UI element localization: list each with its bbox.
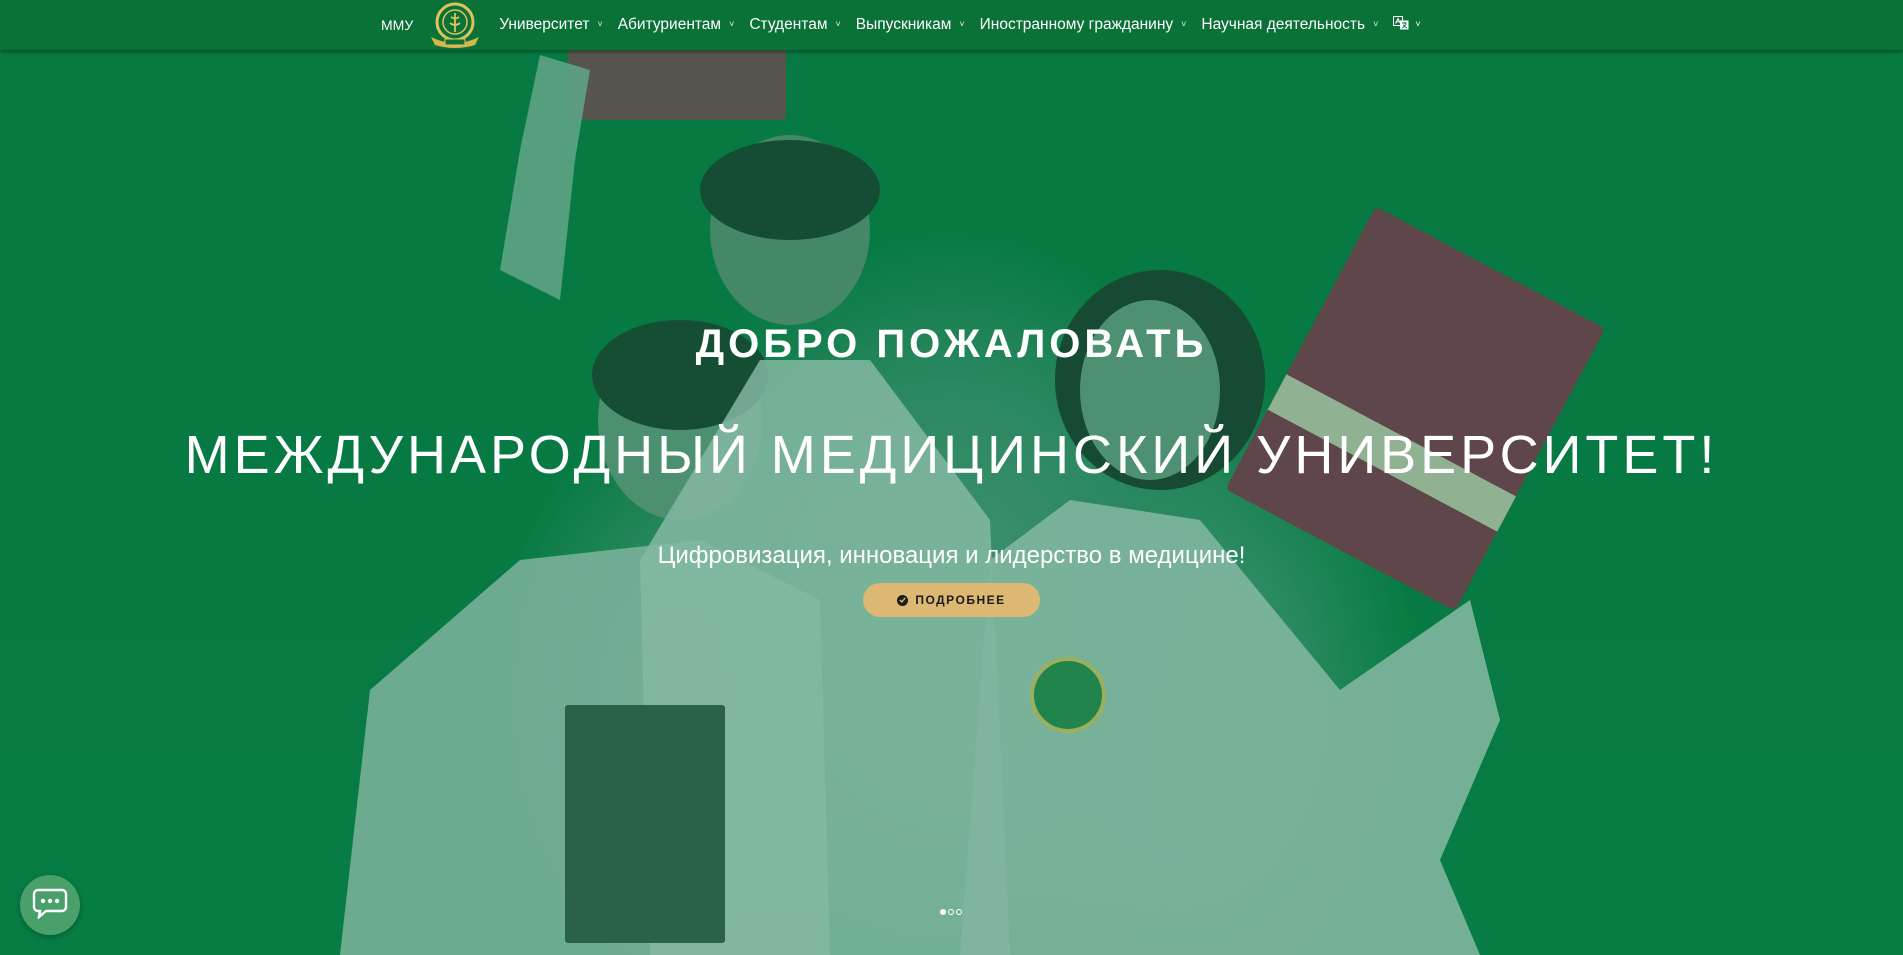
nav-item-students[interactable]: Студентам ˅ (749, 16, 840, 34)
carousel-indicators (940, 909, 964, 915)
nav-item-label: Университет (499, 16, 590, 33)
check-circle-icon (897, 594, 909, 606)
university-emblem-icon[interactable] (427, 1, 483, 49)
chevron-down-icon: ˅ (597, 18, 603, 29)
nav-item-foreign-citizens[interactable]: Иностранному гражданину ˅ (980, 16, 1187, 34)
hero-welcome-heading: ДОБРО ПОЖАЛОВАТЬ (695, 322, 1208, 366)
carousel-dot-1[interactable] (940, 909, 946, 915)
chevron-down-icon: ˅ (835, 18, 841, 29)
nav-item-label: Иностранному гражданину (979, 16, 1174, 33)
chevron-down-icon: ˅ (1415, 18, 1421, 29)
page: ММУ Университет ˅ Абитуриентам ˅ Студент… (0, 0, 1903, 955)
more-button-label: ПОДРОБНЕЕ (915, 593, 1006, 607)
chevron-down-icon: ˅ (1181, 18, 1187, 29)
nav-item-label: Студентам (749, 16, 828, 33)
navbar-inner: ММУ Университет ˅ Абитуриентам ˅ Студент… (381, 0, 1421, 50)
nav-item-university[interactable]: Университет ˅ (499, 16, 602, 34)
chevron-down-icon: ˅ (959, 18, 965, 29)
carousel-dot-2[interactable] (948, 909, 954, 915)
nav-item-applicants[interactable]: Абитуриентам ˅ (618, 16, 735, 34)
hero-tagline: Цифровизация, инновация и лидерство в ме… (657, 542, 1246, 569)
brand-link[interactable]: ММУ (381, 17, 413, 33)
nav-item-research[interactable]: Научная деятельность ˅ (1201, 16, 1378, 34)
top-navbar: ММУ Университет ˅ Абитуриентам ˅ Студент… (0, 0, 1903, 50)
chat-button[interactable] (20, 875, 80, 935)
language-icon (1393, 15, 1409, 35)
nav-item-label: Абитуриентам (617, 16, 722, 33)
carousel-dot-3[interactable] (956, 909, 962, 915)
chat-icon (32, 887, 68, 924)
chevron-down-icon: ˅ (729, 18, 735, 29)
language-switcher[interactable]: ˅ (1393, 15, 1421, 35)
nav-item-graduates[interactable]: Выпускникам ˅ (856, 16, 965, 34)
nav-item-label: Выпускникам (855, 16, 952, 33)
chevron-down-icon: ˅ (1373, 18, 1379, 29)
hero-section: ДОБРО ПОЖАЛОВАТЬ МЕЖДУНАРОДНЫЙ МЕДИЦИНСК… (0, 0, 1903, 955)
nav-item-label: Научная деятельность (1201, 16, 1366, 33)
more-button[interactable]: ПОДРОБНЕЕ (863, 583, 1040, 617)
hero-university-name: МЕЖДУНАРОДНЫЙ МЕДИЦИНСКИЙ УНИВЕРСИТЕТ! (184, 425, 1719, 485)
